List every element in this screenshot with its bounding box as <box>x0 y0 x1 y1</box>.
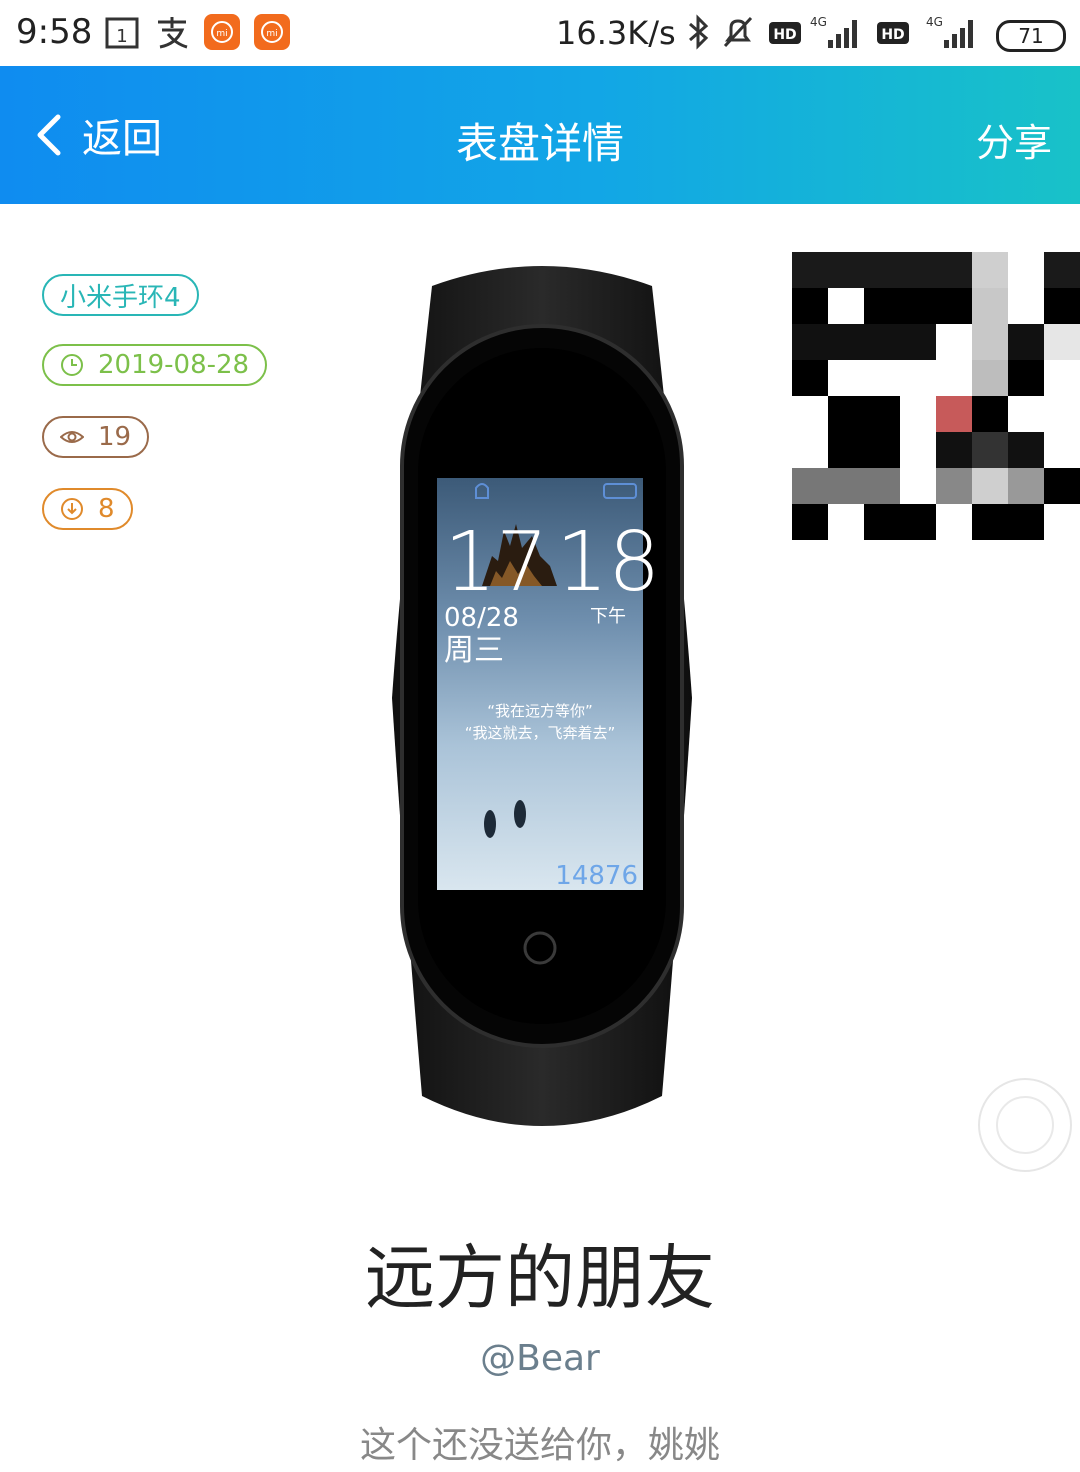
date-label: 2019-08-28 <box>98 350 250 380</box>
mi-app-icon: mi <box>204 14 240 50</box>
downloads-count: 8 <box>98 494 115 524</box>
network-speed: 16.3K/s <box>556 14 676 52</box>
svg-text:HD: HD <box>881 27 904 43</box>
watch-weekday: 周三 <box>444 633 504 668</box>
svg-text:mi: mi <box>266 29 277 39</box>
qr-code-image <box>792 252 1080 540</box>
views-tag: 19 <box>42 416 150 458</box>
svg-text:mi: mi <box>216 29 227 39</box>
watch-ampm: 下午 <box>590 606 626 627</box>
calendar-icon: 1 <box>105 17 139 49</box>
watch-preview: 17 18 08/28 下午 周三 “我在远方等你” “我这就去，飞奔着去” 1… <box>392 266 692 1126</box>
floating-action-button[interactable] <box>978 1078 1072 1172</box>
watch-date: 08/28 <box>444 603 519 633</box>
page-title: 表盘详情 <box>455 119 624 168</box>
eye-icon <box>60 431 84 443</box>
watch-steps: 14876 <box>555 861 638 891</box>
signal-4g-icon: 4G <box>810 15 857 48</box>
hd-icon: HD <box>877 22 909 44</box>
watch-minute: 18 <box>556 515 660 610</box>
download-icon <box>61 498 83 520</box>
watchface-name: 远方的朋友 <box>365 1237 715 1319</box>
svg-text:HD: HD <box>773 27 796 43</box>
app-header: 返回 表盘详情 分享 <box>0 66 1080 204</box>
svg-text:1: 1 <box>116 26 127 47</box>
svg-text:4G: 4G <box>810 15 827 29</box>
battery-level: 71 <box>1018 24 1044 48</box>
device-label: 小米手环4 <box>60 282 181 313</box>
watchface-description: 这个还没送给你，姚姚 <box>359 1425 720 1466</box>
alipay-icon <box>158 17 188 49</box>
date-tag: 2019-08-28 <box>42 344 268 386</box>
signal-4g-icon: 4G <box>926 15 973 48</box>
bluetooth-icon <box>689 14 709 50</box>
hd-icon: HD <box>769 22 801 44</box>
watch-quote-1: “我在远方等你” <box>487 702 593 720</box>
battery-icon: 71 <box>996 20 1066 52</box>
status-bar: 9:58 1 mi mi 16.3K/s HD 4G HD 4G 71 <box>0 0 1080 66</box>
mi-app-icon: mi <box>254 14 290 50</box>
author-link[interactable]: @Bear <box>0 1338 1080 1379</box>
views-count: 19 <box>98 422 132 452</box>
share-button[interactable]: 分享 <box>976 112 1052 167</box>
svg-text:4G: 4G <box>926 15 943 29</box>
status-time: 9:58 <box>16 12 93 52</box>
downloads-tag: 8 <box>42 488 133 530</box>
watch-hour: 17 <box>444 515 548 610</box>
device-tag: 小米手环4 <box>42 274 199 316</box>
watch-quote-2: “我这就去，飞奔着去” <box>465 724 616 742</box>
clock-icon <box>61 354 83 376</box>
mute-icon <box>723 16 753 48</box>
